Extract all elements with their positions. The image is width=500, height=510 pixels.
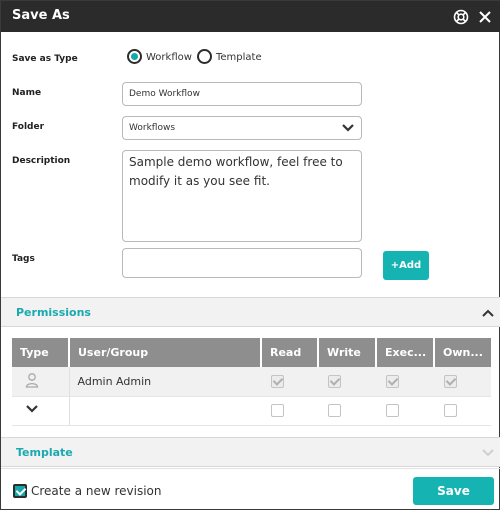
tags-input[interactable]	[122, 248, 362, 278]
description-field[interactable]: Sample demo workflow, feel free to modif…	[122, 150, 362, 242]
save-as-type-label: Save as Type	[12, 54, 78, 64]
permissions-table: Type User/Group Read Write Exec... Own..…	[12, 338, 491, 426]
execute-checkbox[interactable]	[386, 404, 399, 418]
description-label: Description	[12, 156, 71, 166]
table-row	[12, 396, 491, 426]
type-cell	[12, 396, 70, 426]
read-checkbox[interactable]	[271, 375, 284, 388]
template-radio[interactable]	[197, 49, 212, 64]
read-cell	[261, 367, 318, 397]
add-tag-button[interactable]: +Add	[383, 251, 429, 280]
owner-cell	[434, 367, 491, 397]
chevron-down-icon[interactable]	[481, 447, 495, 459]
dialog-titlebar: Save As	[1, 1, 500, 32]
close-icon[interactable]	[477, 9, 493, 25]
save-as-dialog: Save As Save as Type Workflow Template N…	[0, 0, 500, 510]
user-group-cell: Admin Admin	[69, 367, 261, 397]
permissions-header-row: Type User/Group Read Write Exec... Own..…	[12, 338, 491, 367]
name-label: Name	[12, 88, 42, 98]
name-field[interactable]: Demo Workflow	[122, 82, 362, 106]
permissions-section-label: Permissions	[16, 306, 91, 319]
execute-cell	[376, 367, 434, 397]
dialog-title: Save As	[12, 8, 70, 23]
workflow-radio[interactable]	[127, 49, 142, 64]
folder-select[interactable]: Workflows	[122, 116, 362, 140]
type-cell	[12, 367, 70, 397]
save-button[interactable]: Save	[413, 477, 494, 505]
column-header-owner[interactable]: Own...	[434, 338, 491, 367]
execute-cell	[376, 396, 434, 426]
owner-checkbox[interactable]	[444, 404, 457, 418]
column-header-write[interactable]: Write	[318, 338, 377, 367]
lifesaver-icon[interactable]	[453, 9, 469, 25]
execute-checkbox[interactable]	[386, 375, 399, 388]
write-checkbox[interactable]	[328, 375, 341, 388]
write-checkbox[interactable]	[328, 404, 341, 418]
user-icon	[25, 372, 39, 388]
user-group-cell[interactable]	[69, 396, 261, 426]
write-cell	[318, 367, 376, 397]
folder-value: Workflows	[129, 123, 176, 133]
chevron-down-icon[interactable]	[25, 403, 39, 415]
template-section-label: Template	[16, 446, 73, 459]
read-checkbox[interactable]	[271, 404, 284, 418]
column-header-type[interactable]: Type	[12, 338, 70, 367]
workflow-radio-label: Workflow	[146, 52, 192, 63]
column-header-user-group[interactable]: User/Group	[69, 338, 262, 367]
create-revision-checkbox[interactable]	[13, 484, 27, 498]
column-header-read[interactable]: Read	[261, 338, 319, 367]
chevron-up-icon[interactable]	[481, 307, 495, 319]
owner-checkbox[interactable]	[444, 375, 457, 388]
write-cell	[318, 396, 376, 426]
folder-label: Folder	[12, 122, 45, 132]
table-row: Admin Admin	[12, 367, 491, 397]
read-cell	[261, 396, 318, 426]
column-header-execute[interactable]: Exec...	[376, 338, 435, 367]
template-radio-label: Template	[216, 52, 262, 63]
template-section-header[interactable]: Template	[1, 437, 500, 467]
create-revision-label: Create a new revision	[31, 484, 162, 498]
tags-label: Tags	[12, 254, 35, 264]
chevron-down-icon	[342, 124, 354, 132]
owner-cell	[434, 396, 491, 426]
permissions-section-header[interactable]: Permissions	[1, 297, 500, 327]
footer-divider	[1, 468, 500, 469]
